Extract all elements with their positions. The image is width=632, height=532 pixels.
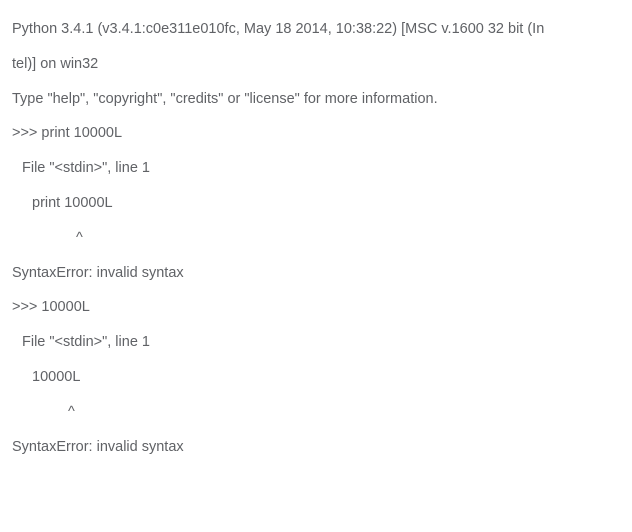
traceback-code-2: 10000L — [12, 360, 620, 395]
traceback-file-2: File "<stdin>", line 1 — [12, 325, 620, 360]
traceback-caret-1: ^ — [12, 221, 620, 256]
traceback-file-1: File "<stdin>", line 1 — [12, 151, 620, 186]
python-banner-line-1: Python 3.4.1 (v3.4.1:c0e311e010fc, May 1… — [12, 12, 620, 47]
traceback-caret-2: ^ — [12, 395, 620, 430]
traceback-code-1: print 10000L — [12, 186, 620, 221]
syntax-error-1: SyntaxError: invalid syntax — [12, 256, 620, 291]
repl-prompt-2: >>> 10000L — [12, 290, 620, 325]
syntax-error-2: SyntaxError: invalid syntax — [12, 430, 620, 465]
repl-prompt-1: >>> print 10000L — [12, 116, 620, 151]
python-banner-line-2: tel)] on win32 — [12, 47, 620, 82]
python-help-line: Type "help", "copyright", "credits" or "… — [12, 82, 620, 117]
